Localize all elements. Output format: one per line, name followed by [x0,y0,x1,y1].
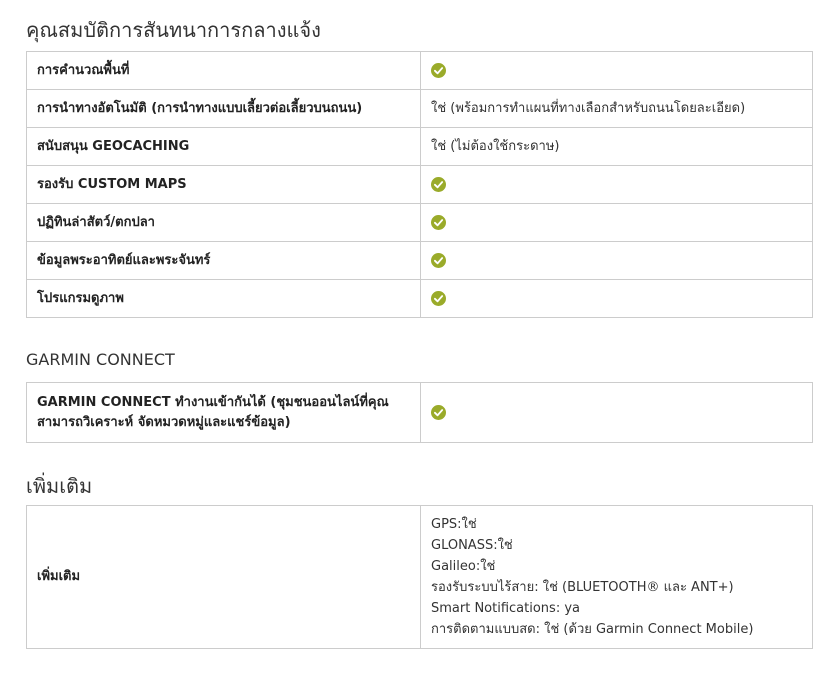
row-label: การคำนวณพื้นที่ [26,51,421,90]
row-value [420,203,813,242]
row-label: สนับสนุน GEOCACHING [26,127,421,166]
table-row: โปรแกรมดูภาพ [26,279,813,318]
row-label: โปรแกรมดูภาพ [26,279,421,318]
row-label: ปฏิทินล่าสัตว์/ตกปลา [26,203,421,242]
table-row: การคำนวณพื้นที่ [26,51,813,90]
check-icon [431,404,446,420]
section-title-outdoor-features: คุณสมบัติการสันทนาการกลางแจ้ง [26,18,321,42]
value-line: GLONASS:ใช่ [431,538,513,553]
check-icon [431,252,446,268]
check-icon [431,62,446,78]
section-title-extra: เพิ่มเติม [26,474,93,498]
table-row: เพิ่มเติม GPS:ใช่ GLONASS:ใช่ Galileo:ใช่รอ… [26,505,813,649]
table-row: การนำทางอัตโนมัติ (การนำทางแบบเลี้ยวต่อเ… [26,89,813,128]
table-row: ข้อมูลพระอาทิตย์และพระจันทร์ [26,241,813,280]
table-row: รองรับ CUSTOM MAPS [26,165,813,204]
value-line: การติดตามแบบสด: ใช่ (ด้วย Garmin Connect… [431,622,754,637]
row-label: รองรับ CUSTOM MAPS [26,165,421,204]
row-value: ใช่ (ไม่ต้องใช้กระดาษ) [420,127,813,166]
row-label: GARMIN CONNECT ทำงานเข้ากันได้ (ชุมชนออน… [26,382,421,443]
table-row: สนับสนุน GEOCACHING ใช่ (ไม่ต้องใช้กระดาษ… [26,127,813,166]
value-line: GPS:ใช่ [431,517,477,532]
row-value [420,51,813,90]
value-text: ใช่ (ไม่ต้องใช้กระดาษ) [431,138,560,154]
row-label: เพิ่มเติม [26,505,421,649]
value-line: รองรับระบบไร้สาย: ใช่ (BLUETOOTH® และ AN… [431,580,734,595]
outdoor-features-table: การคำนวณพื้นที่ การนำทางอัตโนมัติ (การนำท… [26,51,813,318]
check-icon [431,176,446,192]
value-line: Galileo:ใช่ [431,559,496,574]
garmin-connect-table: GARMIN CONNECT ทำงานเข้ากันได้ (ชุมชนออน… [26,382,813,443]
check-icon [431,290,446,306]
row-value [420,382,813,443]
row-value [420,165,813,204]
row-label: ข้อมูลพระอาทิตย์และพระจันทร์ [26,241,421,280]
table-row: ปฏิทินล่าสัตว์/ตกปลา [26,203,813,242]
row-label: การนำทางอัตโนมัติ (การนำทางแบบเลี้ยวต่อเ… [26,89,421,128]
row-value [420,241,813,280]
row-value: GPS:ใช่ GLONASS:ใช่ Galileo:ใช่รองรับระบบไ… [420,505,813,649]
check-icon [431,214,446,230]
value-text: ใช่ (พร้อมการทำแผนที่ทางเลือกสำหรับถนนโด… [431,100,746,116]
row-value [420,279,813,318]
value-line: Smart Notifications: ya [431,601,580,616]
extra-table: เพิ่มเติม GPS:ใช่ GLONASS:ใช่ Galileo:ใช่รอ… [26,505,813,649]
row-value: ใช่ (พร้อมการทำแผนที่ทางเลือกสำหรับถนนโด… [420,89,813,128]
table-row: GARMIN CONNECT ทำงานเข้ากันได้ (ชุมชนออน… [26,382,813,443]
section-title-garmin-connect: GARMIN CONNECT [26,350,175,369]
